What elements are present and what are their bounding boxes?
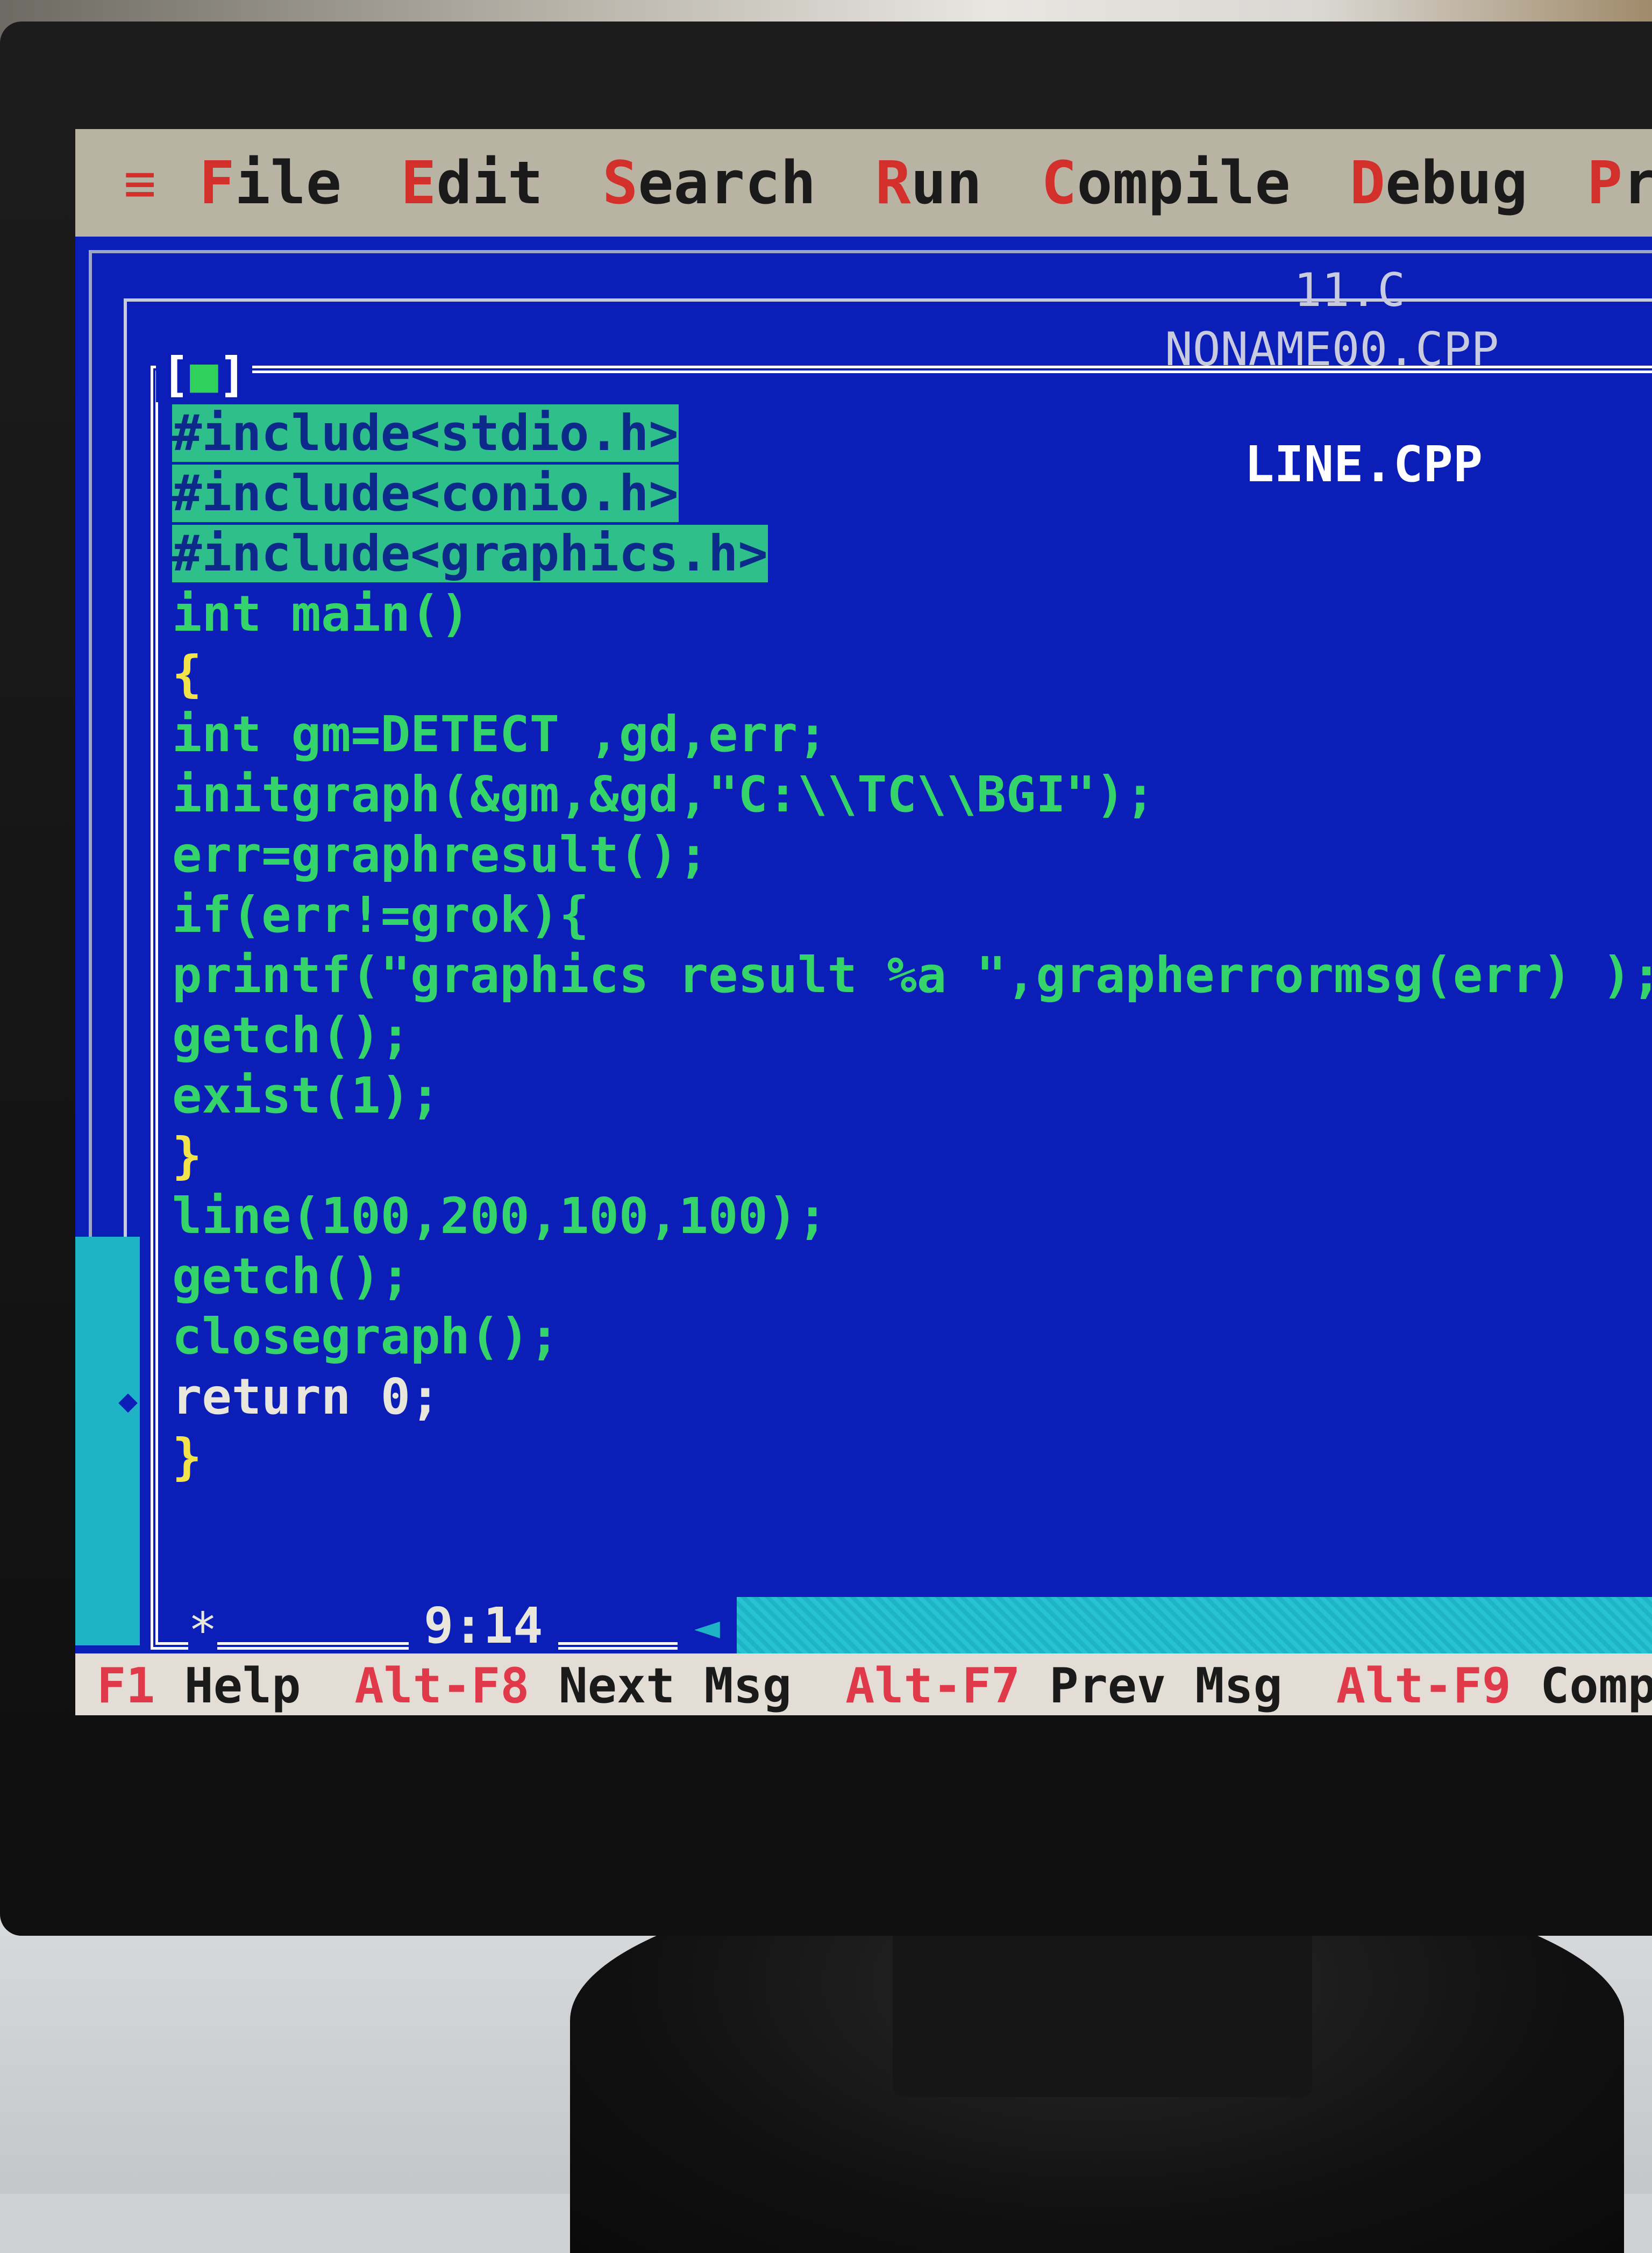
scroll-left-arrow-icon[interactable]: ◄ [678, 1597, 737, 1656]
code-line: #include<conio.h> [172, 465, 679, 522]
menu-project[interactable]: Proje [1587, 148, 1652, 217]
code-line: int main() [172, 585, 470, 643]
cursor-position: 9:14 [409, 1597, 558, 1655]
turbo-c-ide-screen: ≡ File Edit Search Run Compile Debug Pro… [75, 129, 1652, 1715]
status-bar: F1 Help Alt-F8 Next Msg Alt-F7 Prev Msg … [75, 1653, 1652, 1715]
code-line: if(err!=grok){ [172, 886, 589, 944]
scroll-thumb-icon[interactable]: ◆ [118, 1382, 138, 1420]
close-button[interactable]: [■] [156, 347, 252, 402]
code-line: getch(); [172, 1247, 411, 1305]
vertical-scrollbar[interactable] [75, 1237, 145, 1645]
system-menu-icon[interactable]: ≡ [124, 152, 156, 215]
code-line: initgraph(&gm,&gd,"C:\\TC\\BGI"); [172, 766, 1155, 823]
menu-bar: ≡ File Edit Search Run Compile Debug Pro… [75, 129, 1652, 237]
code-line: exist(1); [172, 1067, 440, 1124]
code-line: closegraph(); [172, 1308, 560, 1365]
code-line: #include<graphics.h> [172, 525, 768, 582]
horizontal-scrollbar[interactable] [678, 1597, 1652, 1656]
status-help[interactable]: F1 Help [97, 1658, 301, 1714]
menu-file[interactable]: File [199, 148, 341, 217]
status-prev-msg[interactable]: Alt-F7 Prev Msg [845, 1658, 1283, 1714]
code-line: } [172, 1428, 202, 1486]
code-line: getch(); [172, 1007, 411, 1064]
code-line: } [172, 1127, 202, 1185]
code-line: { [172, 645, 202, 703]
menu-debug[interactable]: Debug [1350, 148, 1528, 217]
code-line: return 0; [172, 1368, 440, 1425]
code-editor[interactable]: #include<stdio.h> #include<conio.h> #inc… [172, 403, 1652, 1487]
status-compile[interactable]: Alt-F9 Compil [1336, 1658, 1652, 1714]
code-line: #include<stdio.h> [172, 404, 679, 462]
code-line: int gm=DETECT ,gd,err; [172, 705, 828, 763]
modified-indicator: * [188, 1602, 218, 1659]
menu-compile[interactable]: Compile [1041, 148, 1291, 217]
menu-search[interactable]: Search [602, 148, 816, 217]
code-line: printf("graphics result %a ",grapherrorm… [172, 946, 1652, 1004]
code-line: line(100,200,100,100); [172, 1187, 828, 1245]
menu-run[interactable]: Run [875, 148, 982, 217]
code-line: err=graphresult(); [172, 826, 708, 883]
menu-edit[interactable]: Edit [401, 148, 543, 217]
status-next-msg[interactable]: Alt-F8 Next Msg [354, 1658, 792, 1714]
